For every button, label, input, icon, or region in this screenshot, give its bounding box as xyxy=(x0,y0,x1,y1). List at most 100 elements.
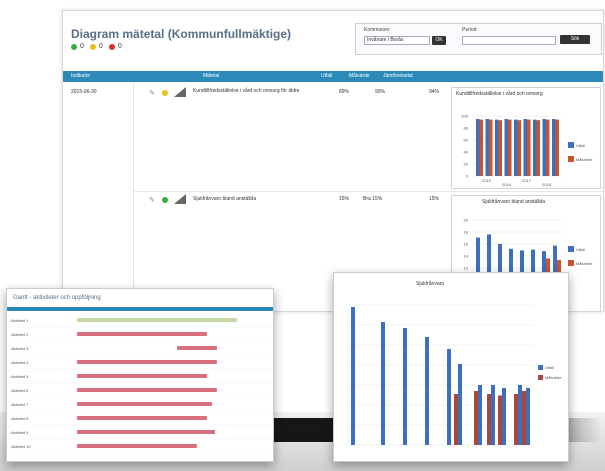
legend-label: Utfall xyxy=(576,247,585,252)
status-legend: 0 0 0 xyxy=(71,43,122,50)
metric-name[interactable]: Sjukfrånvaro bland anställda xyxy=(193,196,256,202)
filter-label-kommun: Kommunen xyxy=(364,27,390,33)
gantt-row-label: Aktivitet 5 xyxy=(11,374,29,379)
trend-icon xyxy=(174,87,186,97)
bar-target xyxy=(487,394,491,445)
bar-outcome xyxy=(523,119,527,176)
gantt-bar xyxy=(77,402,212,406)
status-green-dot xyxy=(71,43,77,50)
gantt-row-label: Aktivitet 4 xyxy=(11,360,29,365)
y-tick-label: 18 xyxy=(464,230,469,235)
col-header-outcome[interactable]: Utfall xyxy=(321,71,332,82)
legend-label: Målvärde xyxy=(545,375,562,380)
gantt-bar xyxy=(77,332,207,336)
status-red-dot xyxy=(108,43,115,50)
y-tick-label: 0 xyxy=(466,174,469,179)
status-yellow-icon xyxy=(162,90,168,96)
column-divider xyxy=(133,82,134,311)
legend-label: Målvärde xyxy=(576,157,593,162)
bar-target xyxy=(527,119,531,176)
bar-outcome xyxy=(476,119,480,176)
gantt-bar xyxy=(77,444,197,448)
y-tick-label: 12 xyxy=(464,266,469,271)
trend-icon xyxy=(174,194,186,204)
bar-outcome xyxy=(552,119,556,176)
bar-outcome xyxy=(495,119,499,176)
y-tick-label: 16 xyxy=(464,242,469,247)
bar-outcome xyxy=(514,119,518,176)
filter-label-period: Period xyxy=(462,27,477,33)
bar-target xyxy=(454,394,458,445)
gantt-row-label: Aktivitet 1 xyxy=(11,318,29,323)
bar-outcome xyxy=(526,388,530,445)
filter-ok-button[interactable]: OK xyxy=(432,36,446,45)
y-tick-label: 100 xyxy=(461,114,468,119)
bar-target xyxy=(522,391,526,445)
gantt-bar xyxy=(177,346,217,350)
metric-name[interactable]: Kundtillfredsställelse i vård och omsorg… xyxy=(193,88,303,94)
legend-swatch xyxy=(538,375,543,380)
gantt-row-label: Aktivitet 10 xyxy=(11,444,31,449)
filter-panel: Kommunen Invånare i Borås OK Period Sök xyxy=(355,23,602,55)
status-yellow-dot xyxy=(89,43,96,50)
bar-chart-canvas: Utfall Målvärde xyxy=(348,304,562,446)
col-header-metric[interactable]: Mätetal xyxy=(203,71,219,82)
bar-outcome xyxy=(425,337,429,445)
main-window: Diagram mätetal (Kommunfullmäktige) 0 0 … xyxy=(62,10,604,312)
metric-outcome: 15% xyxy=(339,196,350,202)
bar-target xyxy=(498,395,502,445)
pencil-icon[interactable]: ✎ xyxy=(149,89,155,97)
gantt-title: Gantt - aktiviteter och uppföljning xyxy=(13,295,101,301)
bar-outcome xyxy=(518,385,522,445)
col-header-target[interactable]: Målvärde xyxy=(349,71,370,82)
metric-comparison: 15% xyxy=(429,196,440,202)
bar-target xyxy=(498,120,502,176)
gantt-window: Gantt - aktiviteter och uppföljning Akti… xyxy=(6,288,274,462)
legend-count: 0 xyxy=(117,43,122,50)
legend-swatch xyxy=(568,156,574,162)
bar-target xyxy=(536,120,540,176)
legend-swatch xyxy=(568,246,574,252)
gantt-row-label: Aktivitet 6 xyxy=(11,388,29,393)
metric-target: 90% xyxy=(375,89,386,95)
metric-outcome: 89% xyxy=(339,89,350,95)
y-tick-label: 40 xyxy=(464,150,469,155)
bar-outcome xyxy=(533,119,537,176)
bar-outcome xyxy=(447,349,451,445)
bar-target xyxy=(546,119,550,176)
search-button[interactable]: Sök xyxy=(560,35,590,44)
metric-comparison: 94% xyxy=(429,89,440,95)
col-header-indicator[interactable]: Indikator xyxy=(71,71,90,82)
bar-outcome xyxy=(403,328,407,445)
bar-outcome xyxy=(485,119,489,176)
legend-label: Målvärde xyxy=(576,261,593,266)
gantt-row-label: Aktivitet 3 xyxy=(11,346,29,351)
chart-canvas: 100 80 60 40 20 0 2015 2016 2017 2018 Utfall Målvär… xyxy=(461,114,593,188)
y-tick-label: 14 xyxy=(464,254,469,259)
gantt-row-label: Aktivitet 9 xyxy=(11,430,29,435)
bar-target xyxy=(479,119,483,176)
metric-target: Bra 15% xyxy=(363,196,383,202)
bar-outcome xyxy=(502,388,506,445)
bar-target xyxy=(474,391,478,445)
gantt-bar xyxy=(77,416,207,420)
legend-swatch xyxy=(568,142,574,148)
row-divider xyxy=(133,191,603,192)
pencil-icon[interactable]: ✎ xyxy=(149,196,155,204)
gantt-bar xyxy=(77,430,215,434)
legend-label: Utfall xyxy=(576,143,585,148)
x-tick-label: 2016 xyxy=(502,182,512,187)
period-input[interactable] xyxy=(462,36,556,45)
metric-chart-1[interactable]: Kundtillfredsställelse i vård och omsorg… xyxy=(451,87,601,189)
bar-target xyxy=(508,119,512,176)
bar-outcome xyxy=(351,307,355,445)
kommun-select[interactable]: Invånare i Borås xyxy=(364,36,430,45)
gantt-chart[interactable]: Aktivitet 1 Aktivitet 2 Aktivitet 3 Aktivit… xyxy=(7,311,273,461)
col-header-comparison[interactable]: Jämförelsetal xyxy=(383,71,413,82)
gantt-bar xyxy=(77,374,207,378)
bar-target xyxy=(517,120,521,176)
x-tick-label: 2018 xyxy=(542,182,552,187)
y-tick-label: 60 xyxy=(464,138,469,143)
legend-label: Utfall xyxy=(545,365,554,370)
table-header: Indikator Mätetal Utfall Målvärde Jämför… xyxy=(63,71,603,82)
